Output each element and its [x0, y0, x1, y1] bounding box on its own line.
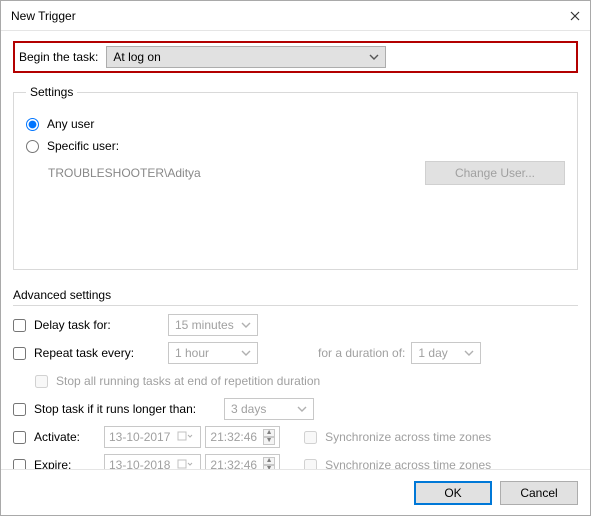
new-trigger-dialog: New Trigger Begin the task: At log on Se…	[0, 0, 591, 516]
expire-row: Expire: 13-10-2018 21:32:46 ▲▼ Synchroni…	[13, 454, 578, 469]
close-icon	[570, 11, 580, 21]
activate-sync-label: Synchronize across time zones	[325, 430, 491, 444]
stop-if-checkbox[interactable]	[13, 403, 26, 416]
time-spinner[interactable]: ▲▼	[263, 429, 275, 445]
begin-task-select[interactable]: At log on	[106, 46, 386, 68]
activate-time-value: 21:32:46	[210, 430, 257, 444]
duration-value: 1 day	[418, 346, 447, 360]
stop-if-label: Stop task if it runs longer than:	[34, 402, 224, 416]
delay-row: Delay task for: 15 minutes	[13, 314, 578, 336]
calendar-dropdown-icon	[174, 431, 196, 443]
activate-checkbox[interactable]	[13, 431, 26, 444]
ok-label: OK	[444, 486, 461, 500]
change-user-button[interactable]: Change User...	[425, 161, 565, 185]
settings-group: Settings Any user Specific user: TROUBLE…	[13, 85, 578, 270]
repeat-every-value: 1 hour	[175, 346, 209, 360]
duration-select[interactable]: 1 day	[411, 342, 481, 364]
settings-legend: Settings	[26, 85, 77, 99]
spin-up-icon: ▲	[263, 457, 275, 465]
expire-sync-row: Synchronize across time zones	[304, 458, 491, 469]
advanced-settings-header: Advanced settings	[13, 288, 578, 302]
delay-value: 15 minutes	[175, 318, 234, 332]
any-user-radio[interactable]	[26, 118, 39, 131]
stop-if-row: Stop task if it runs longer than: 3 days	[13, 398, 578, 420]
specific-user-value: TROUBLESHOOTER\Aditya	[48, 166, 248, 180]
calendar-dropdown-icon	[174, 459, 196, 469]
dialog-footer: OK Cancel	[1, 469, 590, 515]
expire-sync-label: Synchronize across time zones	[325, 458, 491, 469]
activate-label: Activate:	[34, 430, 104, 444]
chevron-down-icon	[241, 350, 251, 356]
duration-label: for a duration of:	[318, 346, 405, 360]
spin-down-icon: ▼	[263, 437, 275, 445]
close-button[interactable]	[540, 8, 580, 24]
activate-date-value: 13-10-2017	[109, 430, 170, 444]
stop-all-checkbox	[35, 375, 48, 388]
expire-checkbox[interactable]	[13, 459, 26, 470]
begin-task-value: At log on	[113, 50, 160, 64]
any-user-label: Any user	[47, 117, 94, 131]
chevron-down-icon	[369, 54, 379, 60]
cancel-button[interactable]: Cancel	[500, 481, 578, 505]
repeat-every-select[interactable]: 1 hour	[168, 342, 258, 364]
repeat-checkbox[interactable]	[13, 347, 26, 360]
chevron-down-icon	[464, 350, 474, 356]
chevron-down-icon	[297, 406, 307, 412]
specific-user-radio[interactable]	[26, 140, 39, 153]
stop-all-label: Stop all running tasks at end of repetit…	[56, 374, 320, 388]
stop-if-value: 3 days	[231, 402, 266, 416]
specific-user-label: Specific user:	[47, 139, 119, 153]
repeat-label: Repeat task every:	[34, 346, 168, 360]
advanced-divider	[13, 305, 578, 306]
titlebar: New Trigger	[1, 1, 590, 31]
activate-sync-row: Synchronize across time zones	[304, 430, 491, 444]
begin-task-label: Begin the task:	[19, 50, 98, 64]
activate-date-input[interactable]: 13-10-2017	[104, 426, 201, 448]
expire-time-input[interactable]: 21:32:46 ▲▼	[205, 454, 280, 469]
time-spinner[interactable]: ▲▼	[263, 457, 275, 469]
content-area: Begin the task: At log on Settings Any u…	[1, 31, 590, 469]
stop-all-row: Stop all running tasks at end of repetit…	[35, 370, 578, 392]
chevron-down-icon	[241, 322, 251, 328]
any-user-row: Any user	[26, 117, 565, 131]
expire-time-value: 21:32:46	[210, 458, 257, 469]
begin-task-row: Begin the task: At log on	[13, 41, 578, 73]
stop-if-select[interactable]: 3 days	[224, 398, 314, 420]
window-title: New Trigger	[11, 9, 540, 23]
delay-checkbox[interactable]	[13, 319, 26, 332]
expire-sync-checkbox	[304, 459, 317, 470]
expire-date-value: 13-10-2018	[109, 458, 170, 469]
spin-up-icon: ▲	[263, 429, 275, 437]
activate-row: Activate: 13-10-2017 21:32:46 ▲▼ Synchro…	[13, 426, 578, 448]
expire-label: Expire:	[34, 458, 104, 469]
specific-user-line: TROUBLESHOOTER\Aditya Change User...	[48, 161, 565, 185]
delay-select[interactable]: 15 minutes	[168, 314, 258, 336]
change-user-label: Change User...	[455, 166, 535, 180]
expire-date-input[interactable]: 13-10-2018	[104, 454, 201, 469]
specific-user-row: Specific user:	[26, 139, 565, 153]
ok-button[interactable]: OK	[414, 481, 492, 505]
delay-label: Delay task for:	[34, 318, 168, 332]
cancel-label: Cancel	[520, 486, 557, 500]
repeat-row: Repeat task every: 1 hour for a duration…	[13, 342, 578, 364]
activate-sync-checkbox	[304, 431, 317, 444]
activate-time-input[interactable]: 21:32:46 ▲▼	[205, 426, 280, 448]
